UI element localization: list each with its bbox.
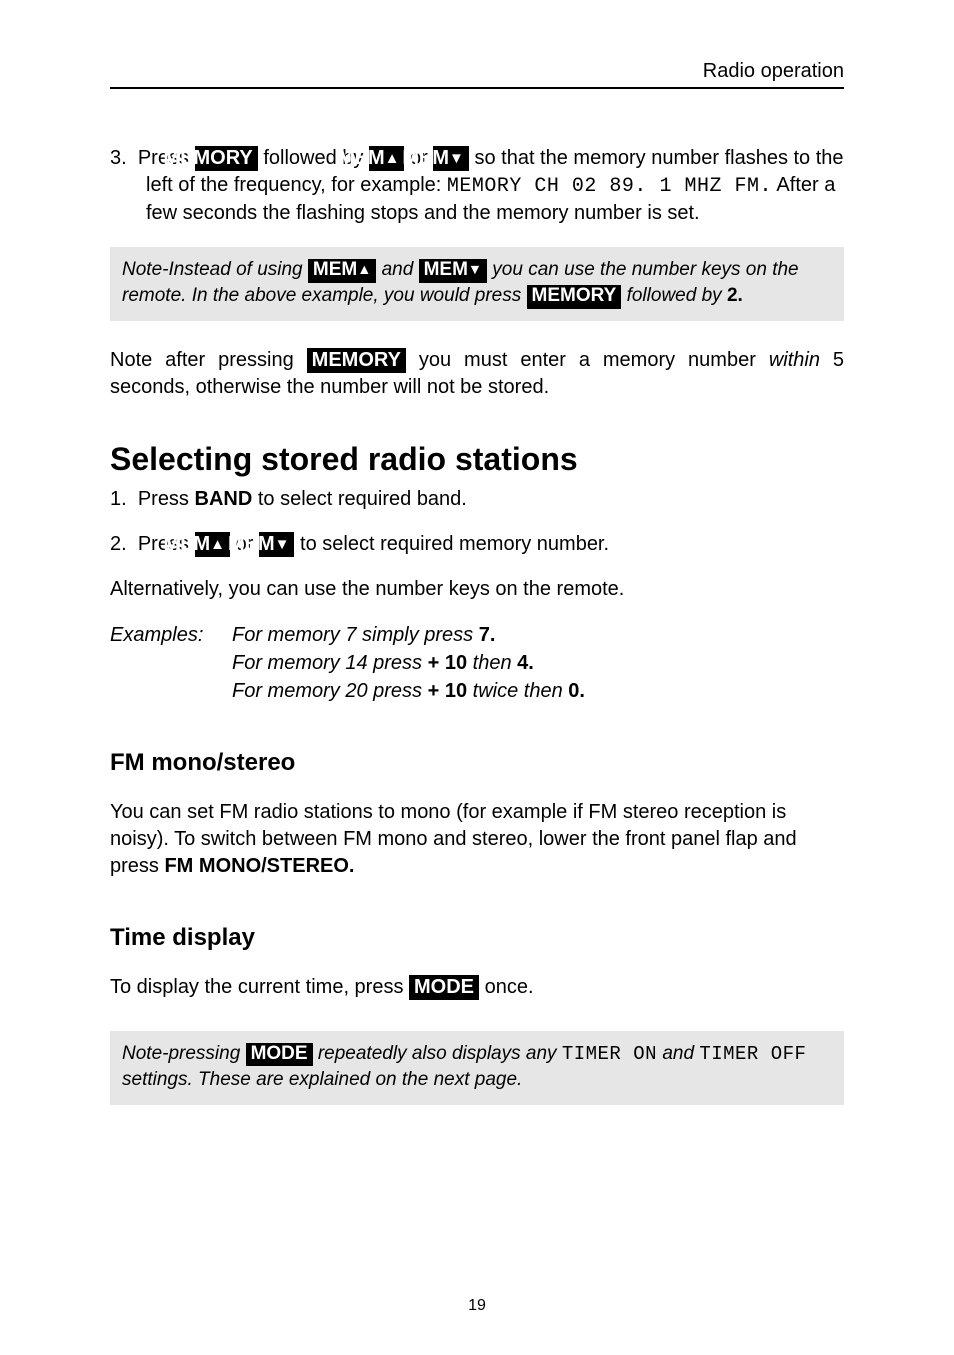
- after-note-paragraph: Note after pressing MEMORY you must ente…: [110, 347, 844, 401]
- example-2: For memory 14 press + 10 then 4.: [232, 649, 844, 677]
- example-3: For memory 20 press + 10 twice then 0.: [232, 677, 844, 705]
- example-1: For memory 7 simply press 7.: [232, 621, 844, 649]
- heading-selecting: Selecting stored radio stations: [110, 441, 844, 478]
- note-box-2: Note-pressing MODE repeatedly also displ…: [110, 1031, 844, 1105]
- note1-t1: Note-Instead of using: [122, 259, 308, 280]
- triangle-up-icon: ▲: [210, 536, 225, 553]
- timer-on-readout: TIMER ON: [562, 1043, 657, 1065]
- header-title: Radio operation: [703, 60, 844, 82]
- timer-off-readout: TIMER OFF: [699, 1043, 806, 1065]
- step-3: 3. Press MEMORY followed by MEM▲ or MEM▼…: [110, 145, 844, 227]
- mem-up-button: MEM▲: [369, 146, 405, 171]
- band-label: BAND: [195, 488, 253, 510]
- mem-down-button: MEM▼: [419, 259, 487, 283]
- note2-t2: repeatedly also displays any: [313, 1043, 562, 1064]
- heading-fm: FM mono/stereo: [110, 749, 844, 777]
- note1-t4: followed by: [621, 285, 727, 306]
- note2-t1: Note-pressing: [122, 1043, 246, 1064]
- triangle-down-icon: ▼: [449, 150, 464, 167]
- sel-alt: Alternatively, you can use the number ke…: [110, 576, 844, 603]
- note1-t2: and: [376, 259, 418, 280]
- fm-body: You can set FM radio stations to mono (f…: [110, 799, 844, 880]
- after-within: within: [769, 349, 820, 371]
- after-t2: you must enter a memory number: [406, 349, 769, 371]
- mode-button: MODE: [409, 975, 479, 1000]
- examples-body: For memory 7 simply press 7. For memory …: [232, 621, 844, 705]
- triangle-up-icon: ▲: [385, 150, 400, 167]
- step-num: 3.: [110, 147, 127, 169]
- triangle-up-icon: ▲: [357, 262, 371, 278]
- triangle-down-icon: ▼: [468, 262, 482, 278]
- heading-time: Time display: [110, 924, 844, 952]
- mode-button: MODE: [246, 1043, 313, 1067]
- l2-c: to select required memory number.: [294, 533, 609, 555]
- l2-num: 2.: [110, 533, 127, 555]
- note1-two: 2.: [727, 285, 743, 306]
- page-header: Radio operation: [110, 60, 844, 89]
- time-body: To display the current time, press MODE …: [110, 974, 844, 1001]
- triangle-down-icon: ▼: [275, 536, 290, 553]
- mem-down-button: MEM▼: [259, 532, 295, 557]
- examples-block: Examples: For memory 7 simply press 7. F…: [110, 621, 844, 705]
- after-t1: Note after pressing: [110, 349, 307, 371]
- note-box-1: Note-Instead of using MEM▲ and MEM▼ you …: [110, 247, 844, 321]
- sel-step-2: 2. Press MEM▲ or MEM▼ to select required…: [110, 531, 844, 558]
- l1-a: Press: [138, 488, 195, 510]
- sel-step-1: 1. Press BAND to select required band.: [110, 486, 844, 513]
- examples-label: Examples:: [110, 621, 232, 705]
- l1-b: to select required band.: [252, 488, 467, 510]
- page-number: 19: [0, 1297, 954, 1315]
- mem-up-button: MEM▲: [195, 532, 231, 557]
- time-t1: To display the current time, press: [110, 976, 409, 998]
- l1-num: 1.: [110, 488, 127, 510]
- fm-mono-stereo-label: FM MONO/STEREO.: [164, 855, 354, 877]
- mem-down-button: MEM▼: [433, 146, 469, 171]
- memory-button: MEMORY: [307, 348, 406, 373]
- display-readout: MEMORY CH 02 89. 1 MHZ FM.: [447, 175, 772, 198]
- memory-button: MEMORY: [527, 285, 622, 309]
- mem-up-button: MEM▲: [308, 259, 376, 283]
- note2-t4: settings. These are explained on the nex…: [122, 1069, 522, 1090]
- time-t2: once.: [479, 976, 533, 998]
- note2-t3: and: [657, 1043, 699, 1064]
- memory-button: MEMORY: [195, 146, 258, 171]
